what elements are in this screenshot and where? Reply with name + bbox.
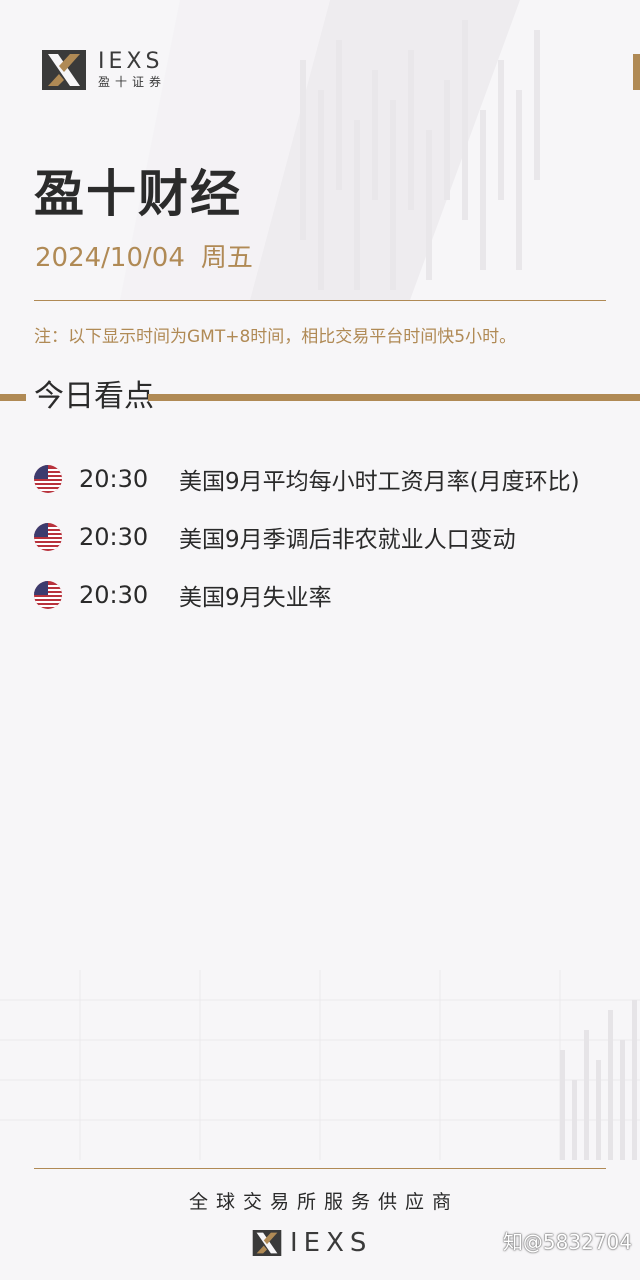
watermark: 知@5832704 — [502, 1230, 632, 1254]
date-line: 2024/10/04 周五 — [35, 240, 253, 276]
event-title: 美国9月季调后非农就业人口变动 — [179, 527, 516, 553]
iexs-logo-icon — [42, 50, 86, 90]
section-title: 今日看点 — [34, 379, 154, 414]
footer-logo-text: IEXS — [290, 1228, 373, 1258]
us-flag-icon — [34, 465, 62, 493]
section-header: 今日看点 — [0, 374, 640, 420]
event-list: 20:30 美国9月平均每小时工资月率(月度环比) 20:30 美国9月季调后非… — [34, 450, 634, 624]
timezone-note: 注：以下显示时间为GMT+8时间，相比交易平台时间快5小时。 — [34, 327, 517, 347]
footer-divider — [34, 1168, 606, 1169]
event-title: 美国9月平均每小时工资月率(月度环比) — [179, 469, 580, 495]
weekday-text: 周五 — [200, 243, 253, 273]
list-item: 20:30 美国9月失业率 — [34, 566, 634, 624]
logo-english: IEXS — [98, 49, 164, 74]
date-text: 2024/10/04 — [35, 243, 185, 273]
event-time: 20:30 — [79, 523, 149, 551]
iexs-logo-icon — [252, 1230, 282, 1256]
page-title: 盈十财经 — [34, 165, 242, 223]
footer-slogan: 全球交易所服务供应商 — [188, 1191, 459, 1213]
header-divider — [34, 300, 606, 301]
section-bar-right — [148, 394, 640, 401]
brand-logo: IEXS 盈十证券 — [42, 50, 166, 90]
side-accent-tab — [633, 54, 640, 90]
us-flag-icon — [34, 523, 62, 551]
list-item: 20:30 美国9月季调后非农就业人口变动 — [34, 508, 634, 566]
logo-chinese: 盈十证券 — [98, 75, 167, 89]
section-bar-left — [0, 394, 26, 401]
event-time: 20:30 — [79, 581, 149, 609]
event-title: 美国9月失业率 — [179, 585, 332, 611]
list-item: 20:30 美国9月平均每小时工资月率(月度环比) — [34, 450, 634, 508]
event-time: 20:30 — [79, 465, 149, 493]
us-flag-icon — [34, 581, 62, 609]
footer-logo: IEXS — [252, 1228, 372, 1258]
